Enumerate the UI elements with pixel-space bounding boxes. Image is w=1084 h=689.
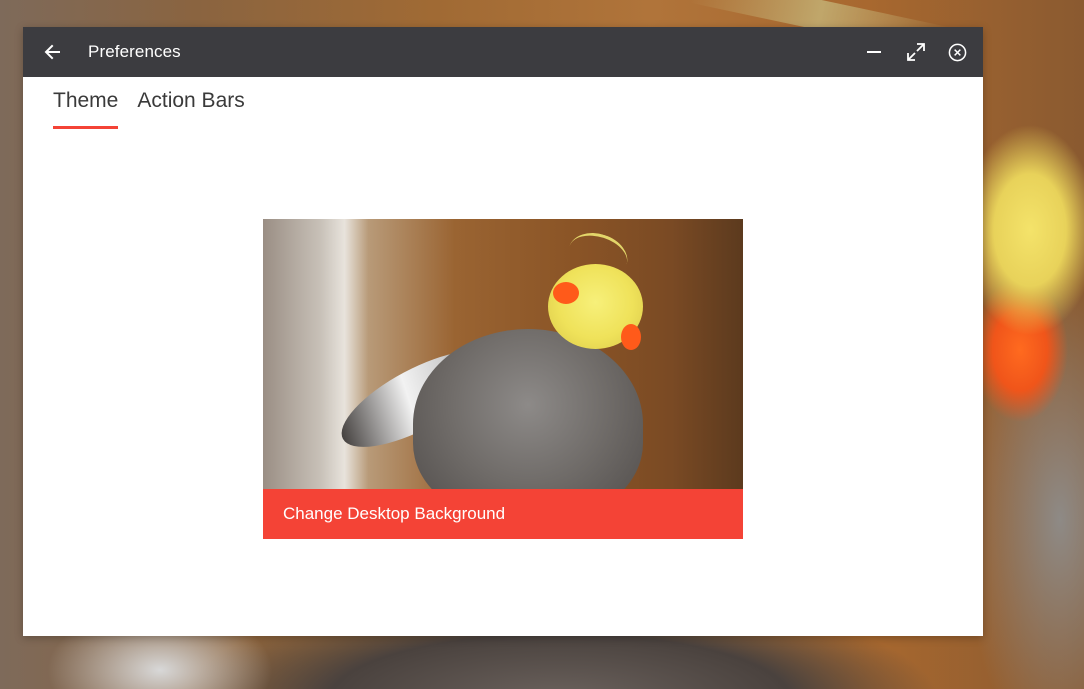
tab-bar: Theme Action Bars	[53, 89, 264, 129]
maximize-icon	[907, 43, 925, 61]
preferences-window: Preferences Theme Action Bars Change Des…	[23, 27, 983, 636]
arrow-left-icon	[44, 44, 60, 60]
tab-action-bars[interactable]: Action Bars	[137, 89, 244, 129]
change-background-button[interactable]: Change Desktop Background	[263, 489, 743, 539]
tab-theme[interactable]: Theme	[53, 89, 119, 129]
close-button[interactable]	[945, 40, 969, 64]
back-button[interactable]	[39, 38, 67, 66]
window-titlebar: Preferences	[23, 27, 983, 77]
maximize-button[interactable]	[904, 40, 928, 64]
background-preview-image	[263, 219, 743, 489]
change-background-card[interactable]: Change Desktop Background	[263, 219, 743, 539]
minimize-button[interactable]	[862, 40, 886, 64]
window-title: Preferences	[88, 42, 181, 61]
close-circle-icon	[948, 43, 966, 61]
minimize-icon	[867, 51, 881, 53]
